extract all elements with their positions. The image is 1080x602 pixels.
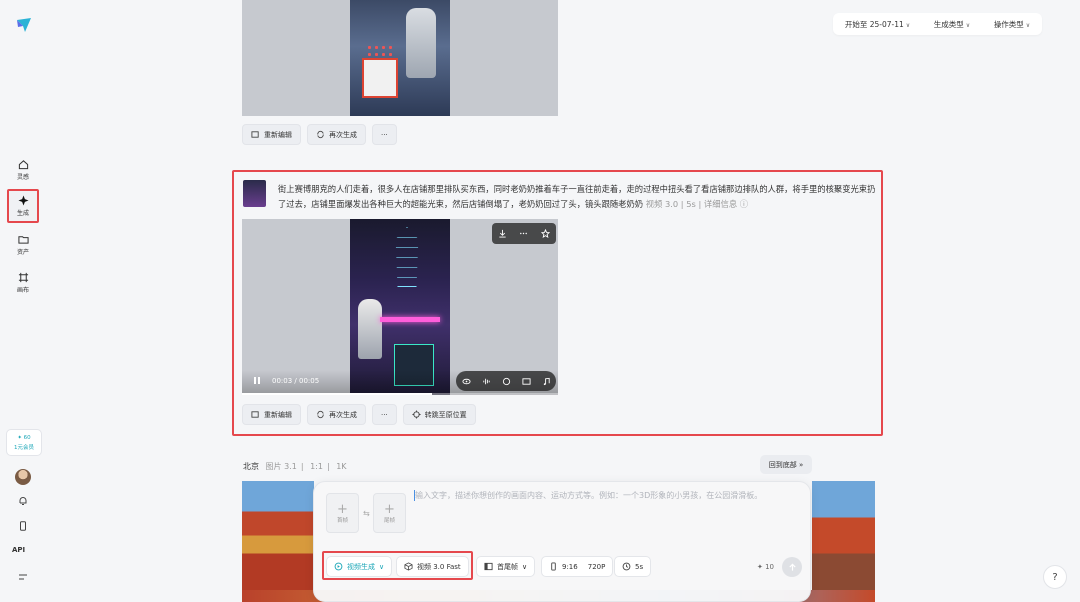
beijing-image[interactable]: [812, 481, 875, 602]
previous-generated-image[interactable]: [242, 0, 558, 116]
section-type: 图片 3.1: [265, 462, 297, 471]
more-icon[interactable]: [519, 229, 528, 238]
section-header: 北京 图片 3.1 | 1:1 | 1K: [243, 462, 347, 471]
generation-type-filter[interactable]: 生成类型: [934, 19, 970, 30]
chevron-down-icon: ∨: [522, 562, 528, 571]
hd-icon[interactable]: [521, 377, 531, 386]
regenerate-button[interactable]: 再次生成: [307, 124, 366, 145]
app-logo[interactable]: [15, 16, 33, 34]
video-frame: [350, 219, 450, 395]
folder-icon: [17, 236, 29, 244]
swap-icon[interactable]: ⇆: [363, 509, 370, 518]
video-time: 00:03 / 00:05: [272, 377, 320, 385]
bell-icon[interactable]: [16, 494, 30, 508]
section-title: 北京: [243, 462, 259, 471]
section-ratio: 1:1: [310, 462, 323, 471]
video-mode-icon: [334, 562, 343, 571]
help-button[interactable]: ?: [1043, 565, 1067, 589]
membership-plan: 1元会员: [14, 445, 34, 451]
sidebar-item-label: 生成: [16, 210, 29, 217]
canvas-icon: [18, 272, 28, 283]
sidebar-item-label: 画布: [16, 287, 29, 294]
refresh-icon: [317, 410, 324, 419]
sidebar: 灵感 生成 资产 画布 ✦ 60 1元会员 API: [0, 0, 48, 602]
previous-actions: 重新编辑 再次生成 ···: [242, 124, 397, 145]
cube-icon: [404, 562, 413, 571]
frame-icon: [484, 562, 493, 571]
eye-icon[interactable]: [461, 377, 471, 386]
loop-icon[interactable]: [502, 377, 511, 386]
sidebar-item-generate[interactable]: 生成: [7, 189, 39, 223]
star-icon[interactable]: [540, 229, 550, 238]
reedit-button[interactable]: 重新编辑: [242, 124, 301, 145]
back-to-bottom-button[interactable]: 回到底部 »: [760, 455, 812, 474]
video-progress-fill: [242, 393, 432, 395]
filter-bar: 开始至 25-07-11 生成类型 操作类型: [833, 13, 1042, 35]
music-icon[interactable]: [542, 377, 551, 386]
edit-icon: [251, 411, 259, 418]
jump-to-origin-button[interactable]: 转跳至原位置: [402, 404, 476, 425]
clock-icon: [622, 562, 631, 571]
prompt-input[interactable]: 输入文字，描述你想创作的画面内容、运动方式等。例如：一个3D形象的小男孩，在公园…: [415, 490, 762, 501]
sidebar-item-canvas[interactable]: 画布: [7, 266, 39, 300]
audio-wave-icon[interactable]: [482, 377, 491, 386]
sparkle-icon: [17, 195, 29, 206]
video-toolbar: [492, 223, 556, 244]
aspect-resolution-select[interactable]: 9:16 720P: [541, 556, 614, 577]
more-button[interactable]: ···: [372, 404, 397, 425]
api-link[interactable]: API: [12, 546, 25, 554]
regenerate-button[interactable]: 再次生成: [307, 404, 366, 425]
video-player[interactable]: [242, 219, 558, 395]
video-progress[interactable]: [242, 393, 558, 395]
membership-credits[interactable]: ✦ 60 1元会员: [6, 429, 42, 456]
model-label: 视频 3.0: [645, 199, 679, 209]
menu-icon[interactable]: [16, 570, 30, 584]
model-select[interactable]: 视频 3.0 Fast: [396, 556, 469, 577]
mobile-icon[interactable]: [16, 519, 30, 533]
frame-mode-select[interactable]: 首尾帧 ∨: [476, 556, 536, 577]
target-icon: [412, 410, 421, 419]
duration-label: 5s: [686, 199, 696, 209]
video-feature-toolbar: [456, 371, 556, 391]
arrow-up-icon: [788, 563, 796, 571]
sidebar-item-inspiration[interactable]: 灵感: [7, 153, 39, 187]
duration-select[interactable]: 5s: [614, 556, 652, 577]
date-filter[interactable]: 开始至 25-07-11: [845, 19, 910, 30]
sidebar-item-assets[interactable]: 资产: [7, 228, 39, 262]
sidebar-item-label: 资产: [16, 249, 29, 256]
first-frame-upload[interactable]: + 首帧: [326, 493, 359, 533]
download-icon[interactable]: [498, 229, 507, 238]
plus-icon: +: [337, 501, 348, 517]
avatar[interactable]: [15, 469, 31, 485]
reedit-button[interactable]: 重新编辑: [242, 404, 301, 425]
info-icon: ⓘ: [737, 199, 749, 209]
pause-icon[interactable]: [253, 376, 261, 385]
credit-amount: ✦ 60: [17, 435, 31, 441]
double-chevron-down-icon: »: [798, 460, 804, 469]
video-actions: 重新编辑 再次生成 ··· 转跳至原位置: [242, 404, 476, 425]
phone-ratio-icon: [551, 562, 556, 571]
sidebar-item-label: 灵感: [16, 174, 29, 181]
home-icon: [18, 160, 28, 170]
plus-icon: +: [384, 501, 395, 517]
last-frame-upload[interactable]: + 尾帧: [373, 493, 406, 533]
beijing-image[interactable]: [242, 481, 314, 602]
edit-icon: [251, 131, 259, 138]
chevron-down-icon: ∨: [379, 562, 385, 571]
reference-thumbnail[interactable]: [243, 180, 266, 207]
detail-link[interactable]: 详细信息: [704, 199, 737, 209]
prompt-text: 街上赛博朋克的人们走着，很多人在店铺那里排队买东西，同时老奶奶推着车子一直往前走…: [278, 184, 876, 209]
section-resolution: 1K: [336, 462, 347, 471]
send-button[interactable]: [782, 557, 802, 577]
operation-type-filter[interactable]: 操作类型: [994, 19, 1030, 30]
image-artwork: [350, 0, 450, 116]
refresh-icon: [317, 130, 324, 139]
more-button[interactable]: ···: [372, 124, 397, 145]
credit-cost: ✦ 10: [757, 563, 775, 571]
mode-select[interactable]: 视频生成 ∨: [326, 556, 393, 577]
